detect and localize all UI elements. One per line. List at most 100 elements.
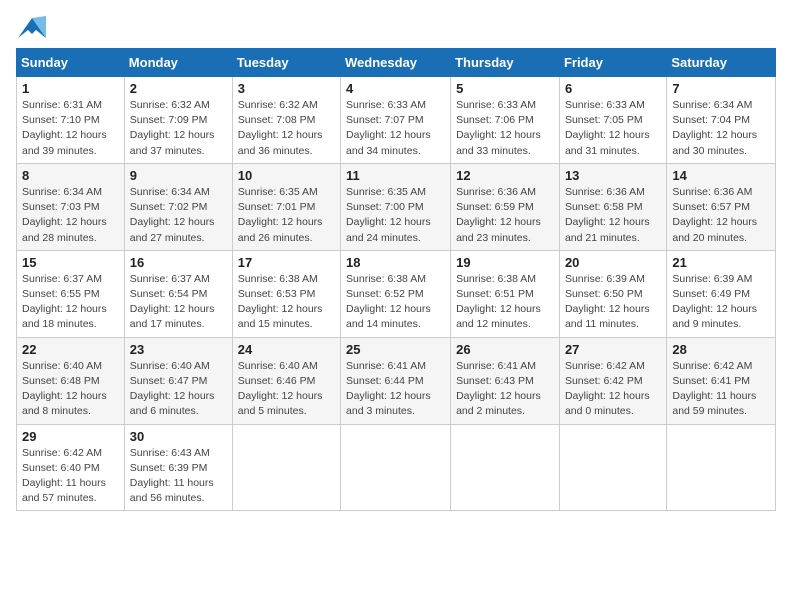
day-info: Sunrise: 6:35 AM Sunset: 7:01 PM Dayligh… bbox=[238, 185, 335, 246]
calendar-cell bbox=[451, 424, 560, 511]
day-info: Sunrise: 6:32 AM Sunset: 7:09 PM Dayligh… bbox=[130, 98, 227, 159]
day-number: 25 bbox=[346, 342, 445, 357]
day-info: Sunrise: 6:34 AM Sunset: 7:02 PM Dayligh… bbox=[130, 185, 227, 246]
day-number: 13 bbox=[565, 168, 661, 183]
calendar-cell: 8 Sunrise: 6:34 AM Sunset: 7:03 PM Daylig… bbox=[17, 163, 125, 250]
col-header-thursday: Thursday bbox=[451, 49, 560, 77]
day-number: 28 bbox=[672, 342, 770, 357]
calendar-cell: 19 Sunrise: 6:38 AM Sunset: 6:51 PM Dayli… bbox=[451, 250, 560, 337]
day-info: Sunrise: 6:37 AM Sunset: 6:55 PM Dayligh… bbox=[22, 272, 119, 333]
day-info: Sunrise: 6:42 AM Sunset: 6:42 PM Dayligh… bbox=[565, 359, 661, 420]
day-info: Sunrise: 6:35 AM Sunset: 7:00 PM Dayligh… bbox=[346, 185, 445, 246]
day-info: Sunrise: 6:31 AM Sunset: 7:10 PM Dayligh… bbox=[22, 98, 119, 159]
calendar-cell: 26 Sunrise: 6:41 AM Sunset: 6:43 PM Dayli… bbox=[451, 337, 560, 424]
calendar-cell: 18 Sunrise: 6:38 AM Sunset: 6:52 PM Dayli… bbox=[341, 250, 451, 337]
page-header bbox=[16, 16, 776, 38]
day-info: Sunrise: 6:40 AM Sunset: 6:48 PM Dayligh… bbox=[22, 359, 119, 420]
calendar-cell: 17 Sunrise: 6:38 AM Sunset: 6:53 PM Dayli… bbox=[232, 250, 340, 337]
day-info: Sunrise: 6:34 AM Sunset: 7:03 PM Dayligh… bbox=[22, 185, 119, 246]
col-header-sunday: Sunday bbox=[17, 49, 125, 77]
day-info: Sunrise: 6:32 AM Sunset: 7:08 PM Dayligh… bbox=[238, 98, 335, 159]
day-number: 17 bbox=[238, 255, 335, 270]
day-number: 27 bbox=[565, 342, 661, 357]
day-info: Sunrise: 6:33 AM Sunset: 7:06 PM Dayligh… bbox=[456, 98, 554, 159]
calendar-week-row: 1 Sunrise: 6:31 AM Sunset: 7:10 PM Daylig… bbox=[17, 77, 776, 164]
day-number: 23 bbox=[130, 342, 227, 357]
day-number: 20 bbox=[565, 255, 661, 270]
calendar-cell: 24 Sunrise: 6:40 AM Sunset: 6:46 PM Dayli… bbox=[232, 337, 340, 424]
calendar-cell bbox=[232, 424, 340, 511]
calendar-cell: 30Sunrise: 6:43 AM Sunset: 6:39 PM Dayli… bbox=[124, 424, 232, 511]
day-number: 8 bbox=[22, 168, 119, 183]
day-number: 1 bbox=[22, 81, 119, 96]
day-info: Sunrise: 6:38 AM Sunset: 6:52 PM Dayligh… bbox=[346, 272, 445, 333]
day-number: 9 bbox=[130, 168, 227, 183]
calendar-cell: 12 Sunrise: 6:36 AM Sunset: 6:59 PM Dayli… bbox=[451, 163, 560, 250]
calendar-week-row: 29Sunrise: 6:42 AM Sunset: 6:40 PM Dayli… bbox=[17, 424, 776, 511]
day-info: Sunrise: 6:41 AM Sunset: 6:43 PM Dayligh… bbox=[456, 359, 554, 420]
day-number: 26 bbox=[456, 342, 554, 357]
calendar-cell: 3 Sunrise: 6:32 AM Sunset: 7:08 PM Daylig… bbox=[232, 77, 340, 164]
day-number: 10 bbox=[238, 168, 335, 183]
day-number: 4 bbox=[346, 81, 445, 96]
day-number: 16 bbox=[130, 255, 227, 270]
calendar-cell: 15Sunrise: 6:37 AM Sunset: 6:55 PM Dayli… bbox=[17, 250, 125, 337]
col-header-saturday: Saturday bbox=[667, 49, 776, 77]
day-info: Sunrise: 6:40 AM Sunset: 6:46 PM Dayligh… bbox=[238, 359, 335, 420]
calendar-cell: 28 Sunrise: 6:42 AM Sunset: 6:41 PM Dayli… bbox=[667, 337, 776, 424]
day-number: 24 bbox=[238, 342, 335, 357]
calendar-week-row: 8 Sunrise: 6:34 AM Sunset: 7:03 PM Daylig… bbox=[17, 163, 776, 250]
day-number: 19 bbox=[456, 255, 554, 270]
calendar-cell: 22Sunrise: 6:40 AM Sunset: 6:48 PM Dayli… bbox=[17, 337, 125, 424]
day-info: Sunrise: 6:36 AM Sunset: 6:57 PM Dayligh… bbox=[672, 185, 770, 246]
calendar-cell: 2 Sunrise: 6:32 AM Sunset: 7:09 PM Daylig… bbox=[124, 77, 232, 164]
day-number: 2 bbox=[130, 81, 227, 96]
calendar-cell: 16 Sunrise: 6:37 AM Sunset: 6:54 PM Dayli… bbox=[124, 250, 232, 337]
calendar-cell: 6 Sunrise: 6:33 AM Sunset: 7:05 PM Daylig… bbox=[559, 77, 666, 164]
day-info: Sunrise: 6:40 AM Sunset: 6:47 PM Dayligh… bbox=[130, 359, 227, 420]
calendar-cell: 25 Sunrise: 6:41 AM Sunset: 6:44 PM Dayli… bbox=[341, 337, 451, 424]
calendar-cell: 23 Sunrise: 6:40 AM Sunset: 6:47 PM Dayli… bbox=[124, 337, 232, 424]
day-number: 30 bbox=[130, 429, 227, 444]
day-number: 14 bbox=[672, 168, 770, 183]
calendar-table: SundayMondayTuesdayWednesdayThursdayFrid… bbox=[16, 48, 776, 511]
calendar-cell: 10 Sunrise: 6:35 AM Sunset: 7:01 PM Dayli… bbox=[232, 163, 340, 250]
calendar-cell: 11 Sunrise: 6:35 AM Sunset: 7:00 PM Dayli… bbox=[341, 163, 451, 250]
col-header-monday: Monday bbox=[124, 49, 232, 77]
day-number: 3 bbox=[238, 81, 335, 96]
day-number: 18 bbox=[346, 255, 445, 270]
calendar-week-row: 15Sunrise: 6:37 AM Sunset: 6:55 PM Dayli… bbox=[17, 250, 776, 337]
col-header-tuesday: Tuesday bbox=[232, 49, 340, 77]
calendar-cell: 13 Sunrise: 6:36 AM Sunset: 6:58 PM Dayli… bbox=[559, 163, 666, 250]
day-info: Sunrise: 6:38 AM Sunset: 6:53 PM Dayligh… bbox=[238, 272, 335, 333]
col-header-wednesday: Wednesday bbox=[341, 49, 451, 77]
calendar-cell: 21Sunrise: 6:39 AM Sunset: 6:49 PM Dayli… bbox=[667, 250, 776, 337]
calendar-cell: 27 Sunrise: 6:42 AM Sunset: 6:42 PM Dayli… bbox=[559, 337, 666, 424]
day-info: Sunrise: 6:33 AM Sunset: 7:05 PM Dayligh… bbox=[565, 98, 661, 159]
day-info: Sunrise: 6:38 AM Sunset: 6:51 PM Dayligh… bbox=[456, 272, 554, 333]
day-number: 5 bbox=[456, 81, 554, 96]
calendar-cell bbox=[559, 424, 666, 511]
calendar-cell bbox=[667, 424, 776, 511]
calendar-header-row: SundayMondayTuesdayWednesdayThursdayFrid… bbox=[17, 49, 776, 77]
col-header-friday: Friday bbox=[559, 49, 666, 77]
day-info: Sunrise: 6:39 AM Sunset: 6:50 PM Dayligh… bbox=[565, 272, 661, 333]
day-number: 6 bbox=[565, 81, 661, 96]
calendar-week-row: 22Sunrise: 6:40 AM Sunset: 6:48 PM Dayli… bbox=[17, 337, 776, 424]
day-info: Sunrise: 6:42 AM Sunset: 6:41 PM Dayligh… bbox=[672, 359, 770, 420]
calendar-cell: 29Sunrise: 6:42 AM Sunset: 6:40 PM Dayli… bbox=[17, 424, 125, 511]
day-info: Sunrise: 6:36 AM Sunset: 6:58 PM Dayligh… bbox=[565, 185, 661, 246]
calendar-cell bbox=[341, 424, 451, 511]
day-info: Sunrise: 6:33 AM Sunset: 7:07 PM Dayligh… bbox=[346, 98, 445, 159]
day-number: 29 bbox=[22, 429, 119, 444]
day-info: Sunrise: 6:37 AM Sunset: 6:54 PM Dayligh… bbox=[130, 272, 227, 333]
day-number: 12 bbox=[456, 168, 554, 183]
logo-bird-icon bbox=[18, 16, 46, 38]
day-info: Sunrise: 6:34 AM Sunset: 7:04 PM Dayligh… bbox=[672, 98, 770, 159]
calendar-cell: 5 Sunrise: 6:33 AM Sunset: 7:06 PM Daylig… bbox=[451, 77, 560, 164]
day-number: 11 bbox=[346, 168, 445, 183]
calendar-cell: 4 Sunrise: 6:33 AM Sunset: 7:07 PM Daylig… bbox=[341, 77, 451, 164]
day-info: Sunrise: 6:36 AM Sunset: 6:59 PM Dayligh… bbox=[456, 185, 554, 246]
calendar-cell: 20 Sunrise: 6:39 AM Sunset: 6:50 PM Dayli… bbox=[559, 250, 666, 337]
day-info: Sunrise: 6:41 AM Sunset: 6:44 PM Dayligh… bbox=[346, 359, 445, 420]
